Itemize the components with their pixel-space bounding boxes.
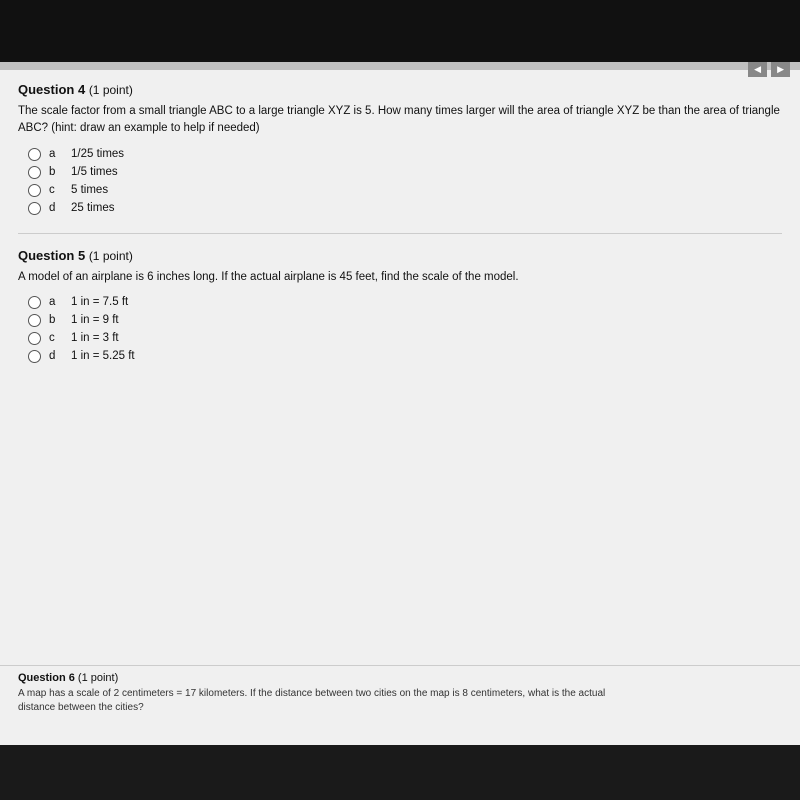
option-5c[interactable]: c 1 in = 3 ft [28,332,782,345]
radio-4a[interactable] [28,148,41,161]
option-4d[interactable]: d 25 times [28,202,782,215]
q5-points: (1 point) [89,249,133,263]
radio-5a[interactable] [28,296,41,309]
radio-4c[interactable] [28,184,41,197]
radio-4d[interactable] [28,202,41,215]
bottom-bar [0,745,800,800]
value-4b: 1/5 times [71,166,118,178]
option-5a[interactable]: a 1 in = 7.5 ft [28,296,782,309]
question-4-title: Question 4 (1 point) [18,82,782,97]
question-4-block: Question 4 (1 point) The scale factor fr… [18,82,782,215]
q6-text-1: A map has a scale of 2 centimeters = 17 … [18,688,605,699]
main-content: Question 4 (1 point) The scale factor fr… [0,70,800,745]
q5-title-text: Question 5 [18,248,85,263]
value-5d: 1 in = 5.25 ft [71,350,135,362]
divider-q4-q5 [18,233,782,234]
value-5a: 1 in = 7.5 ft [71,296,128,308]
option-5d[interactable]: d 1 in = 5.25 ft [28,350,782,363]
label-4b: b [49,166,59,178]
radio-5d[interactable] [28,350,41,363]
question-6-title: Question 6 (1 point) [18,672,782,684]
question-6-partial: Question 6 (1 point) A map has a scale o… [0,665,800,745]
label-5a: a [49,296,59,308]
option-4c[interactable]: c 5 times [28,184,782,197]
question-5-text: A model of an airplane is 6 inches long.… [18,269,782,286]
q4-title-text: Question 4 [18,82,85,97]
value-5b: 1 in = 9 ft [71,314,119,326]
option-4a[interactable]: a 1/25 times [28,148,782,161]
question-5-block: Question 5 (1 point) A model of an airpl… [18,248,782,363]
prev-button[interactable]: ◀ [748,62,767,77]
option-5b[interactable]: b 1 in = 9 ft [28,314,782,327]
question-4-options: a 1/25 times b 1/5 times c 5 times d 25 … [18,148,782,215]
radio-5b[interactable] [28,314,41,327]
label-4c: c [49,184,59,196]
next-button[interactable]: ▶ [771,62,790,77]
q4-points: (1 point) [89,83,133,97]
radio-4b[interactable] [28,166,41,179]
nav-buttons: ◀ ▶ [748,62,790,77]
label-4d: d [49,202,59,214]
q6-title-text: Question 6 [18,672,75,684]
radio-5c[interactable] [28,332,41,345]
question-5-options: a 1 in = 7.5 ft b 1 in = 9 ft c 1 in = 3… [18,296,782,363]
value-4a: 1/25 times [71,148,124,160]
label-4a: a [49,148,59,160]
q6-text-2: distance between the cities? [18,702,144,713]
value-5c: 1 in = 3 ft [71,332,119,344]
option-4b[interactable]: b 1/5 times [28,166,782,179]
question-4-text: The scale factor from a small triangle A… [18,103,782,138]
label-5d: d [49,350,59,362]
top-separator [0,62,800,70]
question-5-title: Question 5 (1 point) [18,248,782,263]
value-4c: 5 times [71,184,108,196]
value-4d: 25 times [71,202,114,214]
question-6-partial-text: A map has a scale of 2 centimeters = 17 … [18,687,782,715]
q6-points: (1 point) [78,672,118,684]
label-5b: b [49,314,59,326]
label-5c: c [49,332,59,344]
